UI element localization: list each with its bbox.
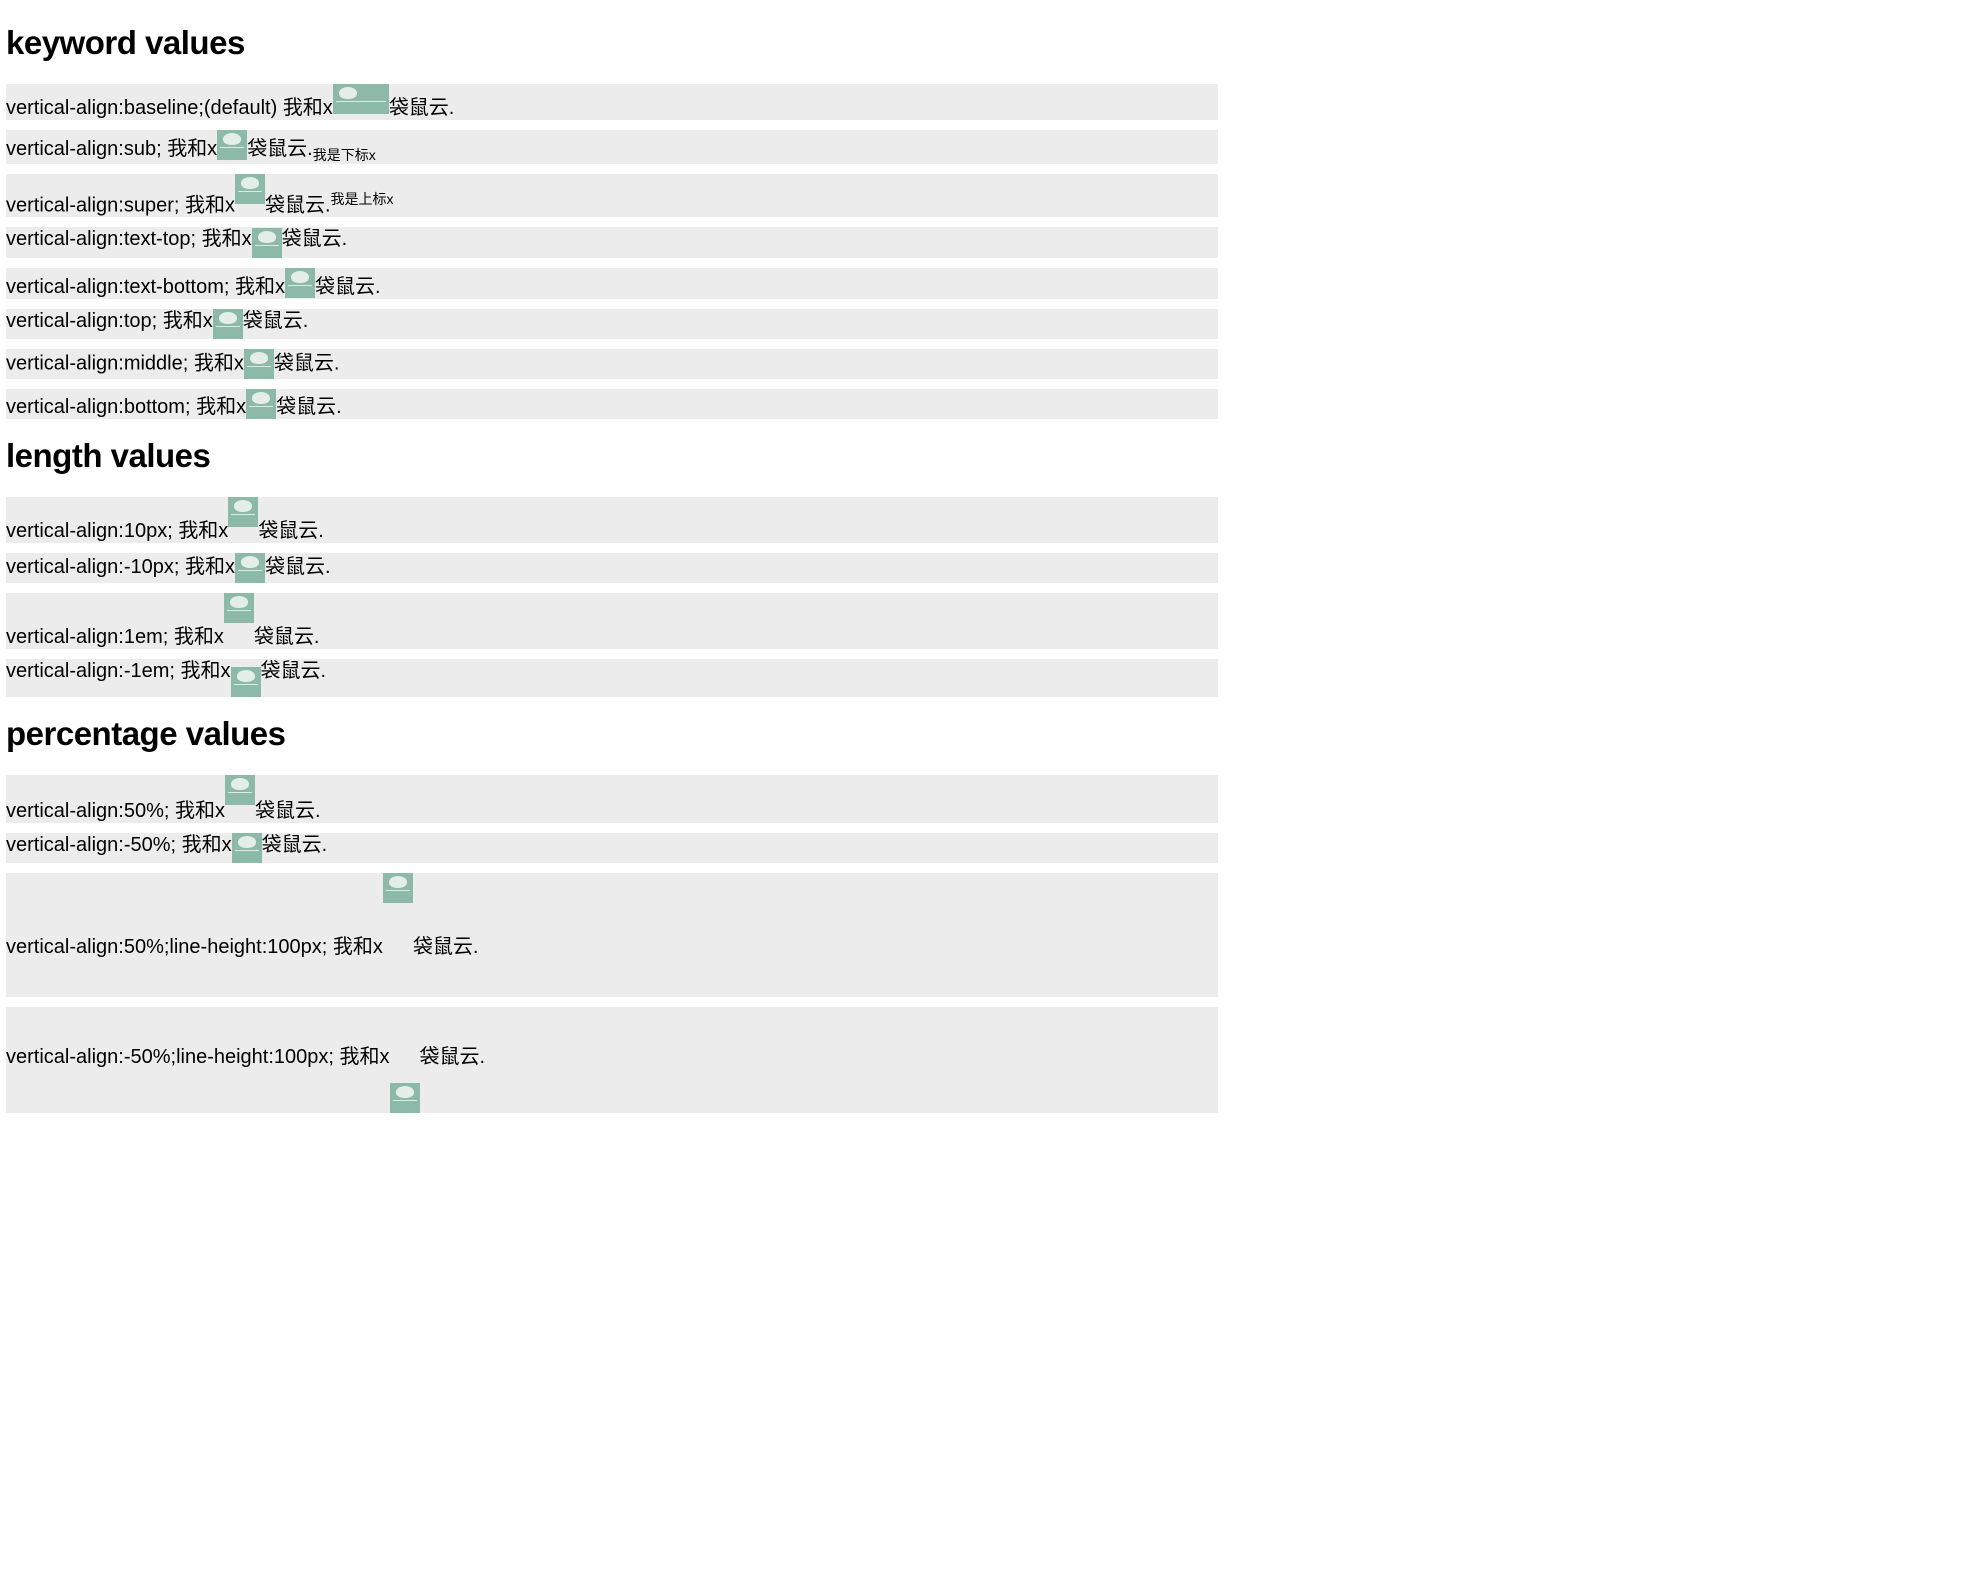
row-50pct-lh100: vertical-align:50%;line-height:100px; 我和… <box>6 873 1218 997</box>
row-neg50pct-lh100: vertical-align:-50%;line-height:100px; 我… <box>6 1007 1218 1113</box>
heading-keyword-values: keyword values <box>6 24 1218 62</box>
text-before: 我和x <box>163 310 213 332</box>
text-after: 袋鼠云. <box>282 228 348 250</box>
text-after: 袋鼠云. <box>413 936 479 958</box>
text-after: 袋鼠云. <box>247 138 313 160</box>
logo-icon <box>231 667 261 697</box>
logo-icon <box>246 389 276 419</box>
logo-icon <box>213 309 243 339</box>
label: vertical-align:bottom; <box>6 396 196 418</box>
sup-note: 我是上标x <box>331 191 394 207</box>
row-neg50pct: vertical-align:-50%; 我和x 袋鼠云. <box>6 833 1218 863</box>
text-after: 袋鼠云. <box>258 520 324 542</box>
label: vertical-align:sub; <box>6 138 167 160</box>
label: vertical-align:middle; <box>6 353 194 375</box>
text-before: 我和x <box>235 276 285 298</box>
row-neg10px: vertical-align:-10px; 我和x 袋鼠云. <box>6 553 1218 583</box>
text-before: 我和x <box>178 520 228 542</box>
logo-icon <box>244 349 274 379</box>
row-text-top: vertical-align:text-top; 我和x 袋鼠云. <box>6 227 1218 258</box>
label: vertical-align:-10px; <box>6 556 185 578</box>
row-baseline: vertical-align:baseline;(default) 我和x 袋鼠云… <box>6 84 1218 120</box>
text-after: 袋鼠云. <box>265 194 331 216</box>
text-after: 袋鼠云. <box>243 310 309 332</box>
label: vertical-align:text-bottom; <box>6 276 235 298</box>
text-before: 我和x <box>333 936 383 958</box>
text-after: 袋鼠云. <box>274 353 340 375</box>
text-after: 袋鼠云. <box>420 1046 486 1068</box>
logo-icon <box>235 174 265 204</box>
label: vertical-align:top; <box>6 310 163 332</box>
label: vertical-align:-50%; <box>6 834 182 856</box>
label: vertical-align:50%; <box>6 800 175 822</box>
text-before: 我和x <box>196 396 246 418</box>
text-after: 袋鼠云. <box>276 396 342 418</box>
text-before: 我和x <box>167 138 217 160</box>
text-after: 袋鼠云. <box>265 556 331 578</box>
text-before: 我和x <box>174 626 224 648</box>
heading-percentage-values: percentage values <box>6 715 1218 753</box>
text-after: 袋鼠云. <box>389 97 455 119</box>
text-before: 我和x <box>182 834 232 856</box>
label: vertical-align:text-top; <box>6 228 202 250</box>
logo-icon <box>383 873 413 903</box>
label: vertical-align:10px; <box>6 520 178 542</box>
logo-icon <box>285 268 315 298</box>
sub-note: 我是下标x <box>313 147 376 163</box>
logo-icon <box>390 1083 420 1113</box>
logo-icon <box>252 228 282 258</box>
text-before: 我和x <box>175 800 225 822</box>
text-after: 袋鼠云. <box>315 276 381 298</box>
label: vertical-align:-50%;line-height:100px; <box>6 1046 340 1068</box>
text-before: 我和x <box>185 194 235 216</box>
text-before: 我和x <box>185 556 235 578</box>
logo-icon <box>235 553 265 583</box>
text-before: 我和x <box>202 228 252 250</box>
logo-icon <box>333 84 389 114</box>
logo-icon <box>225 775 255 805</box>
logo-icon <box>228 497 258 527</box>
text-before: 我和x <box>340 1046 390 1068</box>
row-middle: vertical-align:middle; 我和x 袋鼠云. <box>6 349 1218 379</box>
logo-icon <box>217 130 247 160</box>
logo-icon <box>232 833 262 863</box>
row-bottom: vertical-align:bottom; 我和x 袋鼠云. <box>6 389 1218 419</box>
row-10px: vertical-align:10px; 我和x 袋鼠云. <box>6 497 1218 543</box>
label: vertical-align:50%;line-height:100px; <box>6 936 333 958</box>
text-after: 袋鼠云. <box>255 800 321 822</box>
row-1em: vertical-align:1em; 我和x 袋鼠云. <box>6 593 1218 649</box>
label: vertical-align:baseline;(default) <box>6 97 283 119</box>
row-super: vertical-align:super; 我和x 袋鼠云.我是上标x <box>6 174 1218 218</box>
row-sub: vertical-align:sub; 我和x 袋鼠云.我是下标x <box>6 130 1218 164</box>
text-after: 袋鼠云. <box>261 660 327 682</box>
text-before: 我和x <box>194 353 244 375</box>
text-after: 袋鼠云. <box>254 626 320 648</box>
row-text-bottom: vertical-align:text-bottom; 我和x 袋鼠云. <box>6 268 1218 299</box>
row-50pct: vertical-align:50%; 我和x 袋鼠云. <box>6 775 1218 823</box>
label: vertical-align:1em; <box>6 626 174 648</box>
label: vertical-align:-1em; <box>6 660 181 682</box>
text-before: 我和x <box>181 660 231 682</box>
row-neg1em: vertical-align:-1em; 我和x 袋鼠云. <box>6 659 1218 697</box>
label: vertical-align:super; <box>6 194 185 216</box>
text-before: 我和x <box>283 97 333 119</box>
row-top: vertical-align:top; 我和x 袋鼠云. <box>6 309 1218 339</box>
logo-icon <box>224 593 254 623</box>
text-after: 袋鼠云. <box>262 834 328 856</box>
heading-length-values: length values <box>6 437 1218 475</box>
